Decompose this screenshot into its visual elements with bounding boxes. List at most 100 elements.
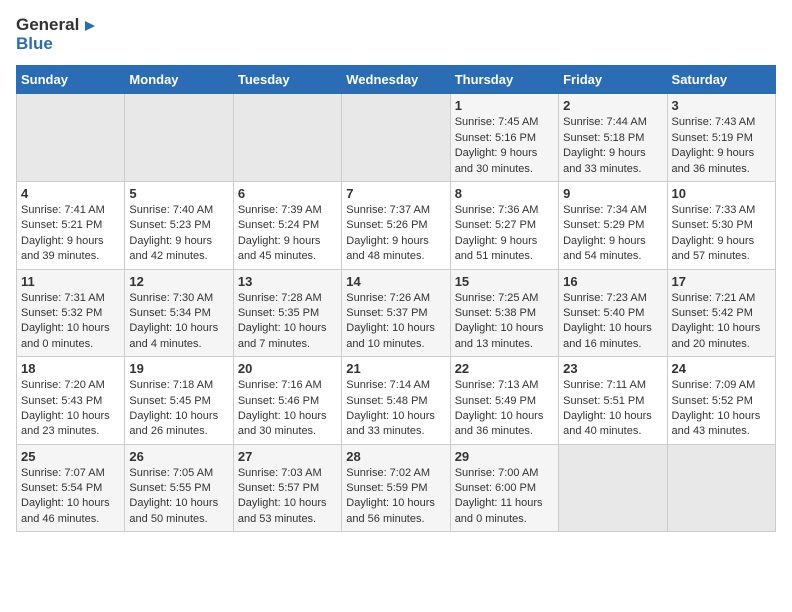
day-info: Sunrise: 7:02 AMSunset: 5:59 PMDaylight:…	[346, 466, 445, 528]
day-number: 12	[129, 274, 228, 289]
week-row-1: 1 Sunrise: 7:45 AMSunset: 5:16 PMDaylight…	[17, 94, 776, 182]
header: General Blue	[16, 16, 776, 53]
day-info: Sunrise: 7:23 AMSunset: 5:40 PMDaylight:…	[563, 291, 662, 353]
day-number: 5	[129, 186, 228, 201]
calendar-cell: 17 Sunrise: 7:21 AMSunset: 5:42 PMDayligh…	[667, 269, 775, 357]
day-number: 22	[455, 361, 554, 376]
day-info: Sunrise: 7:14 AMSunset: 5:48 PMDaylight:…	[346, 378, 445, 440]
week-row-3: 11Sunrise: 7:31 AMSunset: 5:32 PMDayligh…	[17, 269, 776, 357]
calendar-cell: 28Sunrise: 7:02 AMSunset: 5:59 PMDayligh…	[342, 444, 450, 532]
calendar-cell	[125, 94, 233, 182]
day-number: 19	[129, 361, 228, 376]
day-info: Sunrise: 7:11 AMSunset: 5:51 PMDaylight:…	[563, 378, 662, 440]
day-number: 9	[563, 186, 662, 201]
day-info: Sunrise: 7:18 AMSunset: 5:45 PMDaylight:…	[129, 378, 228, 440]
day-number: 18	[21, 361, 120, 376]
calendar-cell: 8 Sunrise: 7:36 AMSunset: 5:27 PMDaylight…	[450, 182, 558, 270]
day-info: Sunrise: 7:07 AMSunset: 5:54 PMDaylight:…	[21, 466, 120, 528]
day-info: Sunrise: 7:45 AMSunset: 5:16 PMDaylight:…	[455, 115, 554, 177]
day-info: Sunrise: 7:39 AMSunset: 5:24 PMDaylight:…	[238, 203, 337, 265]
calendar-cell: 19 Sunrise: 7:18 AMSunset: 5:45 PMDayligh…	[125, 357, 233, 445]
week-row-2: 4 Sunrise: 7:41 AMSunset: 5:21 PMDaylight…	[17, 182, 776, 270]
days-header-row: SundayMondayTuesdayWednesdayThursdayFrid…	[17, 66, 776, 94]
calendar-cell: 21 Sunrise: 7:14 AMSunset: 5:48 PMDayligh…	[342, 357, 450, 445]
week-row-5: 25Sunrise: 7:07 AMSunset: 5:54 PMDayligh…	[17, 444, 776, 532]
calendar-cell: 12 Sunrise: 7:30 AMSunset: 5:34 PMDayligh…	[125, 269, 233, 357]
day-info: Sunrise: 7:28 AMSunset: 5:35 PMDaylight:…	[238, 291, 337, 353]
calendar-cell: 2 Sunrise: 7:44 AMSunset: 5:18 PMDaylight…	[559, 94, 667, 182]
day-number: 23	[563, 361, 662, 376]
day-number: 13	[238, 274, 337, 289]
day-info: Sunrise: 7:37 AMSunset: 5:26 PMDaylight:…	[346, 203, 445, 265]
day-info: Sunrise: 7:25 AMSunset: 5:38 PMDaylight:…	[455, 291, 554, 353]
day-info: Sunrise: 7:41 AMSunset: 5:21 PMDaylight:…	[21, 203, 120, 265]
day-number: 8	[455, 186, 554, 201]
day-number: 15	[455, 274, 554, 289]
day-of-week-sunday: Sunday	[17, 66, 125, 94]
day-info: Sunrise: 7:05 AMSunset: 5:55 PMDaylight:…	[129, 466, 228, 528]
day-info: Sunrise: 7:33 AMSunset: 5:30 PMDaylight:…	[672, 203, 771, 265]
calendar-cell: 15 Sunrise: 7:25 AMSunset: 5:38 PMDayligh…	[450, 269, 558, 357]
calendar-cell: 6Sunrise: 7:39 AMSunset: 5:24 PMDaylight…	[233, 182, 341, 270]
day-number: 21	[346, 361, 445, 376]
calendar-cell: 25Sunrise: 7:07 AMSunset: 5:54 PMDayligh…	[17, 444, 125, 532]
day-number: 10	[672, 186, 771, 201]
day-number: 17	[672, 274, 771, 289]
calendar-cell: 22 Sunrise: 7:13 AMSunset: 5:49 PMDayligh…	[450, 357, 558, 445]
calendar-cell	[667, 444, 775, 532]
day-info: Sunrise: 7:31 AMSunset: 5:32 PMDaylight:…	[21, 291, 120, 353]
day-number: 14	[346, 274, 445, 289]
calendar-cell: 27 Sunrise: 7:03 AMSunset: 5:57 PMDayligh…	[233, 444, 341, 532]
calendar-cell	[233, 94, 341, 182]
calendar-cell: 14 Sunrise: 7:26 AMSunset: 5:37 PMDayligh…	[342, 269, 450, 357]
day-of-week-friday: Friday	[559, 66, 667, 94]
calendar-cell	[17, 94, 125, 182]
calendar-table: SundayMondayTuesdayWednesdayThursdayFrid…	[16, 65, 776, 532]
day-number: 2	[563, 98, 662, 113]
calendar-cell: 4 Sunrise: 7:41 AMSunset: 5:21 PMDaylight…	[17, 182, 125, 270]
day-info: Sunrise: 7:26 AMSunset: 5:37 PMDaylight:…	[346, 291, 445, 353]
calendar-cell: 3 Sunrise: 7:43 AMSunset: 5:19 PMDaylight…	[667, 94, 775, 182]
calendar-cell: 13 Sunrise: 7:28 AMSunset: 5:35 PMDayligh…	[233, 269, 341, 357]
day-info: Sunrise: 7:44 AMSunset: 5:18 PMDaylight:…	[563, 115, 662, 177]
calendar-cell	[559, 444, 667, 532]
day-info: Sunrise: 7:30 AMSunset: 5:34 PMDaylight:…	[129, 291, 228, 353]
day-number: 16	[563, 274, 662, 289]
calendar-cell: 7 Sunrise: 7:37 AMSunset: 5:26 PMDaylight…	[342, 182, 450, 270]
calendar-cell: 16 Sunrise: 7:23 AMSunset: 5:40 PMDayligh…	[559, 269, 667, 357]
day-info: Sunrise: 7:43 AMSunset: 5:19 PMDaylight:…	[672, 115, 771, 177]
calendar-cell: 11Sunrise: 7:31 AMSunset: 5:32 PMDayligh…	[17, 269, 125, 357]
day-number: 20	[238, 361, 337, 376]
day-number: 26	[129, 449, 228, 464]
day-of-week-tuesday: Tuesday	[233, 66, 341, 94]
calendar-cell	[342, 94, 450, 182]
day-of-week-saturday: Saturday	[667, 66, 775, 94]
day-info: Sunrise: 7:03 AMSunset: 5:57 PMDaylight:…	[238, 466, 337, 528]
day-info: Sunrise: 7:36 AMSunset: 5:27 PMDaylight:…	[455, 203, 554, 265]
calendar-cell: 18Sunrise: 7:20 AMSunset: 5:43 PMDayligh…	[17, 357, 125, 445]
calendar-cell: 23 Sunrise: 7:11 AMSunset: 5:51 PMDayligh…	[559, 357, 667, 445]
day-info: Sunrise: 7:13 AMSunset: 5:49 PMDaylight:…	[455, 378, 554, 440]
day-number: 7	[346, 186, 445, 201]
day-number: 1	[455, 98, 554, 113]
day-number: 27	[238, 449, 337, 464]
day-info: Sunrise: 7:09 AMSunset: 5:52 PMDaylight:…	[672, 378, 771, 440]
calendar-cell: 29 Sunrise: 7:00 AMSunset: 6:00 PMDayligh…	[450, 444, 558, 532]
day-number: 3	[672, 98, 771, 113]
day-number: 4	[21, 186, 120, 201]
day-info: Sunrise: 7:00 AMSunset: 6:00 PMDaylight:…	[455, 466, 554, 528]
calendar-cell: 20 Sunrise: 7:16 AMSunset: 5:46 PMDayligh…	[233, 357, 341, 445]
logo-triangle-icon	[81, 17, 99, 35]
day-of-week-thursday: Thursday	[450, 66, 558, 94]
day-number: 24	[672, 361, 771, 376]
day-info: Sunrise: 7:21 AMSunset: 5:42 PMDaylight:…	[672, 291, 771, 353]
day-info: Sunrise: 7:16 AMSunset: 5:46 PMDaylight:…	[238, 378, 337, 440]
week-row-4: 18Sunrise: 7:20 AMSunset: 5:43 PMDayligh…	[17, 357, 776, 445]
calendar-cell: 9 Sunrise: 7:34 AMSunset: 5:29 PMDaylight…	[559, 182, 667, 270]
calendar-cell: 5Sunrise: 7:40 AMSunset: 5:23 PMDaylight…	[125, 182, 233, 270]
calendar-cell: 24 Sunrise: 7:09 AMSunset: 5:52 PMDayligh…	[667, 357, 775, 445]
logo: General Blue	[16, 16, 99, 53]
day-number: 29	[455, 449, 554, 464]
day-info: Sunrise: 7:34 AMSunset: 5:29 PMDaylight:…	[563, 203, 662, 265]
calendar-cell: 10 Sunrise: 7:33 AMSunset: 5:30 PMDayligh…	[667, 182, 775, 270]
